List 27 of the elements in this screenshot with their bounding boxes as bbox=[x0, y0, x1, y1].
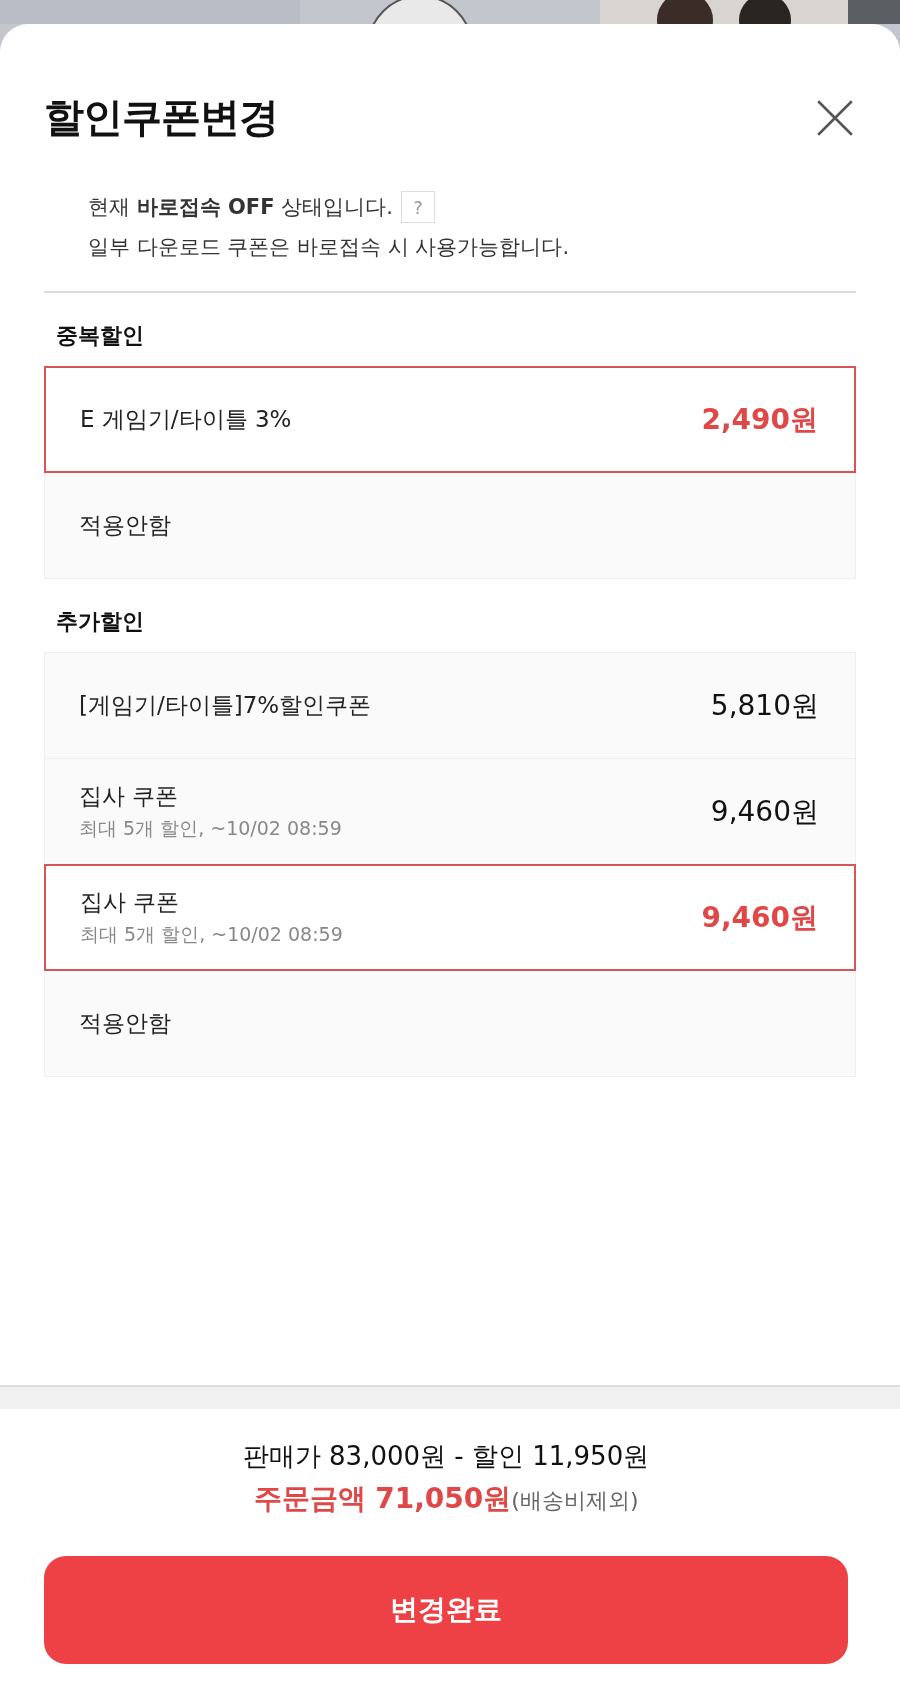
coupon-name: 집사 쿠폰 bbox=[80, 888, 181, 917]
coupon-option[interactable]: 집사 쿠폰 최대 5개 할인, ~10/02 08:59 9,460원 bbox=[44, 758, 856, 865]
coupon-detail: 최대 5개 할인, ~10/02 08:59 bbox=[79, 816, 342, 841]
order-total: 주문금액 71,050원 bbox=[253, 1481, 512, 1517]
coupon-option[interactable]: [게임기/타이틀]7%할인쿠폰 5,810원 bbox=[44, 652, 856, 759]
discount-amount: 9,460원 bbox=[701, 899, 818, 936]
shipping-note: (배송비제외) bbox=[511, 1487, 639, 1515]
coupon-option[interactable]: 적용안함 bbox=[44, 472, 856, 579]
price-summary: 판매가 83,000원 - 할인 11,950원 bbox=[242, 1440, 650, 1473]
notice-text: 현재 바로접속 OFF 상태입니다. bbox=[88, 194, 393, 221]
notice-text: 일부 다운로드 쿠폰은 바로접속 시 사용가능합니다. bbox=[88, 234, 571, 261]
section-heading: 추가할인 bbox=[56, 608, 145, 636]
coupon-detail: 최대 5개 할인, ~10/02 08:59 bbox=[80, 922, 343, 947]
coupon-name: 적용안함 bbox=[79, 1009, 171, 1038]
coupon-name: [게임기/타이틀]7%할인쿠폰 bbox=[79, 691, 372, 720]
confirm-button[interactable]: 변경완료 bbox=[44, 1556, 848, 1664]
discount-amount: 5,810원 bbox=[710, 687, 819, 724]
coupon-name: 적용안함 bbox=[79, 511, 171, 540]
coupon-name: E 게임기/타이틀 3% bbox=[80, 405, 292, 434]
discount-amount: 9,460원 bbox=[710, 793, 819, 830]
coupon-option[interactable]: 집사 쿠폰 최대 5개 할인, ~10/02 08:59 9,460원 bbox=[44, 864, 856, 971]
coupon-option[interactable]: E 게임기/타이틀 3% 2,490원 bbox=[44, 366, 856, 473]
discount-amount: 2,490원 bbox=[701, 401, 818, 438]
dialog-title: 할인쿠폰변경 bbox=[44, 93, 278, 142]
section-heading: 중복할인 bbox=[56, 322, 145, 350]
coupon-option[interactable]: 적용안함 bbox=[44, 970, 856, 1077]
coupon-name: 집사 쿠폰 bbox=[79, 782, 180, 811]
